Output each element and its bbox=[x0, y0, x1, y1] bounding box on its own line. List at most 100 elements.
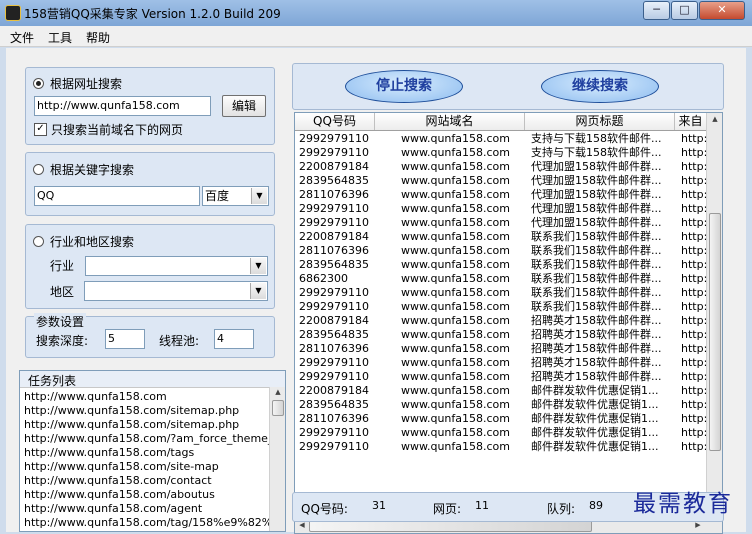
table-row[interactable]: 2992979110 www.qunfa158.com 支持与下载158软件邮件..… bbox=[295, 132, 707, 146]
task-list-item[interactable]: http://www.qunfa158.com/site-map bbox=[24, 460, 219, 474]
task-list-item[interactable]: http://www.qunfa158.com bbox=[24, 390, 167, 404]
table-cell-title: 邮件群发软件优惠促销1... bbox=[531, 398, 659, 411]
table-cell-source: http: bbox=[681, 244, 707, 257]
table-cell-domain: www.qunfa158.com bbox=[401, 202, 511, 215]
task-list-item[interactable]: http://www.qunfa158.com/aboutus bbox=[24, 488, 215, 502]
search-engine-select[interactable]: 百度 ▼ bbox=[202, 186, 269, 206]
table-cell-source: http: bbox=[681, 398, 707, 411]
url-search-label: 根据网址搜索 bbox=[50, 77, 123, 91]
table-row[interactable]: 2811076396 www.qunfa158.com 招聘英才158软件邮件群..… bbox=[295, 342, 707, 356]
table-cell-qq: 2200879184 bbox=[299, 384, 369, 397]
table-cell-qq: 2992979110 bbox=[299, 300, 369, 313]
table-cell-domain: www.qunfa158.com bbox=[401, 230, 511, 243]
table-cell-title: 代理加盟158软件邮件群... bbox=[531, 216, 662, 229]
scroll-up-icon[interactable]: ▲ bbox=[707, 115, 722, 123]
task-list-item[interactable]: http://www.qunfa158.com/sitemap.php bbox=[24, 404, 239, 418]
search-engine-value: 百度 bbox=[205, 189, 230, 203]
table-row[interactable]: 2992979110 www.qunfa158.com 代理加盟158软件邮件群..… bbox=[295, 216, 707, 230]
depth-input[interactable]: 5 bbox=[105, 329, 145, 349]
table-cell-title: 联系我们158软件邮件群... bbox=[531, 258, 662, 271]
table-row[interactable]: 2992979110 www.qunfa158.com 代理加盟158软件邮件群..… bbox=[295, 202, 707, 216]
task-list-item[interactable]: http://www.qunfa158.com/sitemap.php bbox=[24, 418, 239, 432]
table-cell-domain: www.qunfa158.com bbox=[401, 384, 511, 397]
minimize-button[interactable]: ─ bbox=[643, 1, 670, 20]
table-row[interactable]: 2992979110 www.qunfa158.com 联系我们158软件邮件群..… bbox=[295, 300, 707, 314]
table-cell-qq: 2839564835 bbox=[299, 174, 369, 187]
threads-input[interactable]: 4 bbox=[214, 329, 254, 349]
chevron-down-icon: ▼ bbox=[250, 283, 266, 299]
edit-button[interactable]: 编辑 bbox=[222, 95, 266, 117]
table-cell-source: http: bbox=[681, 174, 707, 187]
table-cell-title: 联系我们158软件邮件群... bbox=[531, 230, 662, 243]
table-row[interactable]: 2200879184 www.qunfa158.com 代理加盟158软件邮件群..… bbox=[295, 160, 707, 174]
table-cell-source: http: bbox=[681, 146, 707, 159]
table-cell-domain: www.qunfa158.com bbox=[401, 426, 511, 439]
results-table[interactable]: QQ号码 网站域名 网页标题 来自 2992979110 www.qunfa158… bbox=[294, 112, 723, 534]
close-button[interactable]: ✕ bbox=[699, 1, 745, 20]
table-cell-domain: www.qunfa158.com bbox=[401, 216, 511, 229]
table-row[interactable]: 2200879184 www.qunfa158.com 招聘英才158软件邮件群..… bbox=[295, 314, 707, 328]
table-cell-qq: 2839564835 bbox=[299, 398, 369, 411]
table-row[interactable]: 2811076396 www.qunfa158.com 联系我们158软件邮件群..… bbox=[295, 244, 707, 258]
table-cell-qq: 6862300 bbox=[299, 272, 348, 285]
region-label: 地区 bbox=[50, 285, 75, 299]
url-search-panel: 根据网址搜索 http://www.qunfa158.com 编辑 ✓ 只搜索当… bbox=[25, 67, 275, 145]
table-cell-qq: 2200879184 bbox=[299, 314, 369, 327]
column-header-domain[interactable]: 网站域名 bbox=[375, 113, 525, 130]
menu-help[interactable]: 帮助 bbox=[86, 29, 110, 46]
table-row[interactable]: 2839564835 www.qunfa158.com 联系我们158软件邮件群..… bbox=[295, 258, 707, 272]
url-search-radio[interactable] bbox=[33, 78, 44, 89]
task-list-item[interactable]: http://www.qunfa158.com/contact bbox=[24, 474, 212, 488]
table-row[interactable]: 2992979110 www.qunfa158.com 联系我们158软件邮件群..… bbox=[295, 286, 707, 300]
same-domain-checkbox[interactable]: ✓ bbox=[34, 123, 47, 136]
table-row[interactable]: 2992979110 www.qunfa158.com 招聘英才158软件邮件群..… bbox=[295, 370, 707, 384]
table-row[interactable]: 2200879184 www.qunfa158.com 邮件群发软件优惠促销1...… bbox=[295, 384, 707, 398]
scroll-thumb[interactable] bbox=[709, 213, 721, 451]
table-row[interactable]: 2992979110 www.qunfa158.com 支持与下载158软件邮件..… bbox=[295, 146, 707, 160]
table-cell-title: 邮件群发软件优惠促销1... bbox=[531, 440, 659, 453]
table-cell-domain: www.qunfa158.com bbox=[401, 174, 511, 187]
table-row[interactable]: 2992979110 www.qunfa158.com 邮件群发软件优惠促销1...… bbox=[295, 440, 707, 454]
task-list-item[interactable]: http://www.qunfa158.com/tag/158%e9%82%ae bbox=[24, 516, 285, 530]
table-row[interactable]: 2200879184 www.qunfa158.com 联系我们158软件邮件群..… bbox=[295, 230, 707, 244]
table-cell-title: 联系我们158软件邮件群... bbox=[531, 272, 662, 285]
scroll-left-icon[interactable]: ◀ bbox=[297, 521, 307, 529]
keyword-search-radio[interactable] bbox=[33, 164, 44, 175]
table-row[interactable]: 2811076396 www.qunfa158.com 代理加盟158软件邮件群..… bbox=[295, 188, 707, 202]
column-header-title[interactable]: 网页标题 bbox=[525, 113, 675, 130]
task-list-scrollbar[interactable]: ▲ bbox=[269, 387, 285, 531]
chevron-down-icon: ▼ bbox=[251, 188, 267, 204]
menu-file[interactable]: 文件 bbox=[10, 29, 34, 46]
scroll-up-icon[interactable]: ▲ bbox=[270, 388, 285, 396]
table-row[interactable]: 2839564835 www.qunfa158.com 邮件群发软件优惠促销1...… bbox=[295, 398, 707, 412]
industry-search-radio[interactable] bbox=[33, 236, 44, 247]
table-cell-source: http: bbox=[681, 370, 707, 383]
task-list-item[interactable]: http://www.qunfa158.com/?am_force_theme_… bbox=[24, 432, 285, 446]
table-row[interactable]: 2992979110 www.qunfa158.com 邮件群发软件优惠促销1...… bbox=[295, 426, 707, 440]
table-row[interactable]: 2811076396 www.qunfa158.com 邮件群发软件优惠促销1...… bbox=[295, 412, 707, 426]
queue-count-label: 队列: bbox=[547, 502, 576, 516]
maximize-button[interactable]: □ bbox=[671, 1, 698, 20]
scroll-right-icon[interactable]: ▶ bbox=[693, 521, 703, 529]
task-list[interactable]: 任务列表 http://www.qunfa158.com http://www.… bbox=[19, 370, 286, 532]
results-vertical-scrollbar[interactable]: ▲ ▼ bbox=[706, 113, 722, 517]
table-cell-domain: www.qunfa158.com bbox=[401, 342, 511, 355]
continue-search-button[interactable]: 继续搜索 bbox=[541, 70, 659, 103]
table-cell-source: http: bbox=[681, 258, 707, 271]
table-row[interactable]: 2839564835 www.qunfa158.com 代理加盟158软件邮件群..… bbox=[295, 174, 707, 188]
industry-select[interactable]: ▼ bbox=[85, 256, 268, 276]
task-list-item[interactable]: http://www.qunfa158.com/agent bbox=[24, 502, 202, 516]
stop-search-button[interactable]: 停止搜索 bbox=[345, 70, 463, 103]
column-header-source[interactable]: 来自 bbox=[675, 113, 707, 130]
menu-tools[interactable]: 工具 bbox=[48, 29, 72, 46]
table-row[interactable]: 2839564835 www.qunfa158.com 招聘英才158软件邮件群..… bbox=[295, 328, 707, 342]
table-row[interactable]: 6862300 www.qunfa158.com 联系我们158软件邮件群... ht… bbox=[295, 272, 707, 286]
keyword-input[interactable]: QQ bbox=[34, 186, 200, 206]
task-list-item[interactable]: http://www.qunfa158.com/tags bbox=[24, 446, 194, 460]
table-row[interactable]: 2992979110 www.qunfa158.com 招聘英才158软件邮件群..… bbox=[295, 356, 707, 370]
table-cell-qq: 2992979110 bbox=[299, 202, 369, 215]
url-input[interactable]: http://www.qunfa158.com bbox=[34, 96, 211, 116]
column-header-qq[interactable]: QQ号码 bbox=[295, 113, 375, 130]
scroll-thumb[interactable] bbox=[272, 400, 284, 416]
region-select[interactable]: ▼ bbox=[84, 281, 268, 301]
